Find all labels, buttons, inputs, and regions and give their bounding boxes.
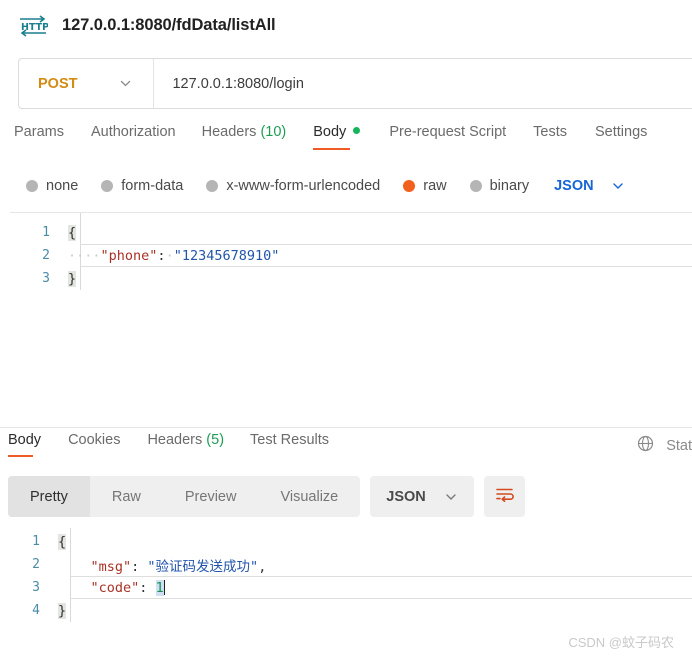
radio-dot-icon: [101, 180, 114, 192]
headers-count: (10): [260, 124, 287, 140]
code-line[interactable]: 3 "code": 1: [0, 576, 692, 599]
response-view-switcher: Pretty Raw Preview Visualize: [8, 476, 361, 517]
view-pretty-button[interactable]: Pretty: [8, 476, 90, 517]
response-tab-headers[interactable]: Headers (5): [147, 432, 224, 457]
chevron-down-icon[interactable]: [611, 179, 625, 193]
view-preview-button[interactable]: Preview: [163, 476, 259, 517]
brace-token: }: [68, 270, 77, 287]
radio-dot-icon: [206, 180, 219, 192]
globe-icon[interactable]: [637, 435, 654, 457]
code-line[interactable]: 2 "msg": "验证码发送成功",: [0, 553, 692, 576]
response-tab-test-results[interactable]: Test Results: [250, 432, 329, 457]
tab-authorization[interactable]: Authorization: [91, 124, 176, 150]
response-toolbar: Pretty Raw Preview Visualize JSON: [8, 476, 692, 517]
line-number: 4: [32, 603, 40, 618]
request-title-bar: HTTP 127.0.0.1:8080/fdData/listAll: [0, 0, 692, 42]
brace-token: {: [68, 224, 77, 241]
status-label: Stat: [666, 438, 692, 454]
word-wrap-button[interactable]: [483, 476, 525, 517]
request-url-bar[interactable]: POST 127.0.0.1:8080/login: [18, 58, 692, 109]
view-raw-button[interactable]: Raw: [90, 476, 163, 517]
http-method-label[interactable]: POST: [19, 76, 77, 92]
active-tab-underline: [8, 455, 34, 457]
json-key: "msg": [90, 558, 132, 575]
page-title: 127.0.0.1:8080/fdData/listAll: [62, 16, 276, 34]
watermark: CSDN @蚊子码农: [568, 635, 674, 650]
svg-text:HTTP: HTTP: [21, 22, 48, 33]
json-comma: ,: [258, 558, 267, 575]
radio-none[interactable]: none: [26, 178, 78, 194]
radio-binary[interactable]: binary: [469, 178, 529, 194]
radio-dot-icon: [26, 180, 38, 192]
response-tab-body[interactable]: Body: [8, 432, 41, 457]
body-format-label: JSON: [554, 178, 594, 194]
brace-token: {: [58, 533, 67, 550]
response-tab-cookies[interactable]: Cookies: [68, 432, 120, 457]
radio-raw[interactable]: raw: [403, 178, 447, 194]
response-status-area: Stat: [637, 435, 692, 457]
response-tabs: Body Cookies Headers (5) Test Results: [0, 432, 692, 466]
response-body-editor[interactable]: 1 { 2 "msg": "验证码发送成功", 3 "code": 1 4 }: [0, 528, 692, 628]
radio-form-data[interactable]: form-data: [101, 178, 183, 194]
radio-dot-icon: [469, 180, 482, 192]
active-line-highlight: [80, 244, 692, 267]
chevron-down-icon[interactable]: [119, 77, 132, 90]
response-headers-count: (5): [206, 432, 225, 448]
tab-headers[interactable]: Headers (10): [202, 124, 287, 150]
line-number: 1: [42, 225, 50, 240]
chevron-down-icon[interactable]: [444, 490, 458, 504]
radio-dot-selected-icon: [403, 180, 416, 192]
request-body-editor[interactable]: 1 { 2 ····"phone":·"12345678910" 3 }: [10, 212, 692, 427]
view-visualize-button[interactable]: Visualize: [258, 476, 360, 517]
tab-tests[interactable]: Tests: [533, 124, 567, 150]
code-line[interactable]: 1 {: [0, 530, 692, 553]
code-line[interactable]: 2 ····"phone":·"12345678910": [10, 244, 692, 267]
body-type-options: none form-data x-www-form-urlencoded raw…: [0, 172, 692, 200]
line-number: 3: [42, 271, 50, 286]
active-tab-underline: [313, 148, 351, 150]
tab-settings[interactable]: Settings: [595, 124, 647, 150]
line-number: 2: [42, 248, 50, 263]
line-number: 3: [32, 580, 40, 595]
response-format-label: JSON: [386, 488, 426, 505]
tab-body[interactable]: Body: [313, 124, 361, 150]
code-line[interactable]: 4 }: [0, 599, 692, 622]
radio-x-www-form-urlencoded[interactable]: x-www-form-urlencoded: [206, 178, 380, 194]
code-line[interactable]: 1 {: [10, 221, 692, 244]
request-tabs: Params Authorization Headers (10) Body P…: [0, 124, 692, 160]
url-input[interactable]: 127.0.0.1:8080/login: [154, 76, 303, 92]
brace-token: }: [58, 602, 67, 619]
body-format-dropdown[interactable]: JSON: [554, 178, 625, 194]
word-wrap-icon: [495, 486, 514, 508]
line-number: 1: [32, 534, 40, 549]
code-line[interactable]: 3 }: [10, 267, 692, 290]
tab-params[interactable]: Params: [14, 124, 64, 150]
postman-screenshot: HTTP 127.0.0.1:8080/fdData/listAll POST …: [0, 0, 692, 663]
request-code-area[interactable]: 1 { 2 ····"phone":·"12345678910" 3 }: [10, 213, 692, 290]
json-string-value: "验证码发送成功": [147, 558, 259, 575]
tab-pre-request-script[interactable]: Pre-request Script: [389, 124, 506, 150]
active-line-highlight: [70, 576, 692, 599]
response-format-dropdown[interactable]: JSON: [370, 476, 474, 517]
http-icon: HTTP: [18, 14, 49, 38]
section-divider: [0, 427, 692, 428]
json-colon: :: [131, 558, 148, 575]
body-modified-dot: [353, 127, 361, 134]
response-code-area[interactable]: 1 { 2 "msg": "验证码发送成功", 3 "code": 1 4 }: [0, 528, 692, 622]
line-number: 2: [32, 557, 40, 572]
